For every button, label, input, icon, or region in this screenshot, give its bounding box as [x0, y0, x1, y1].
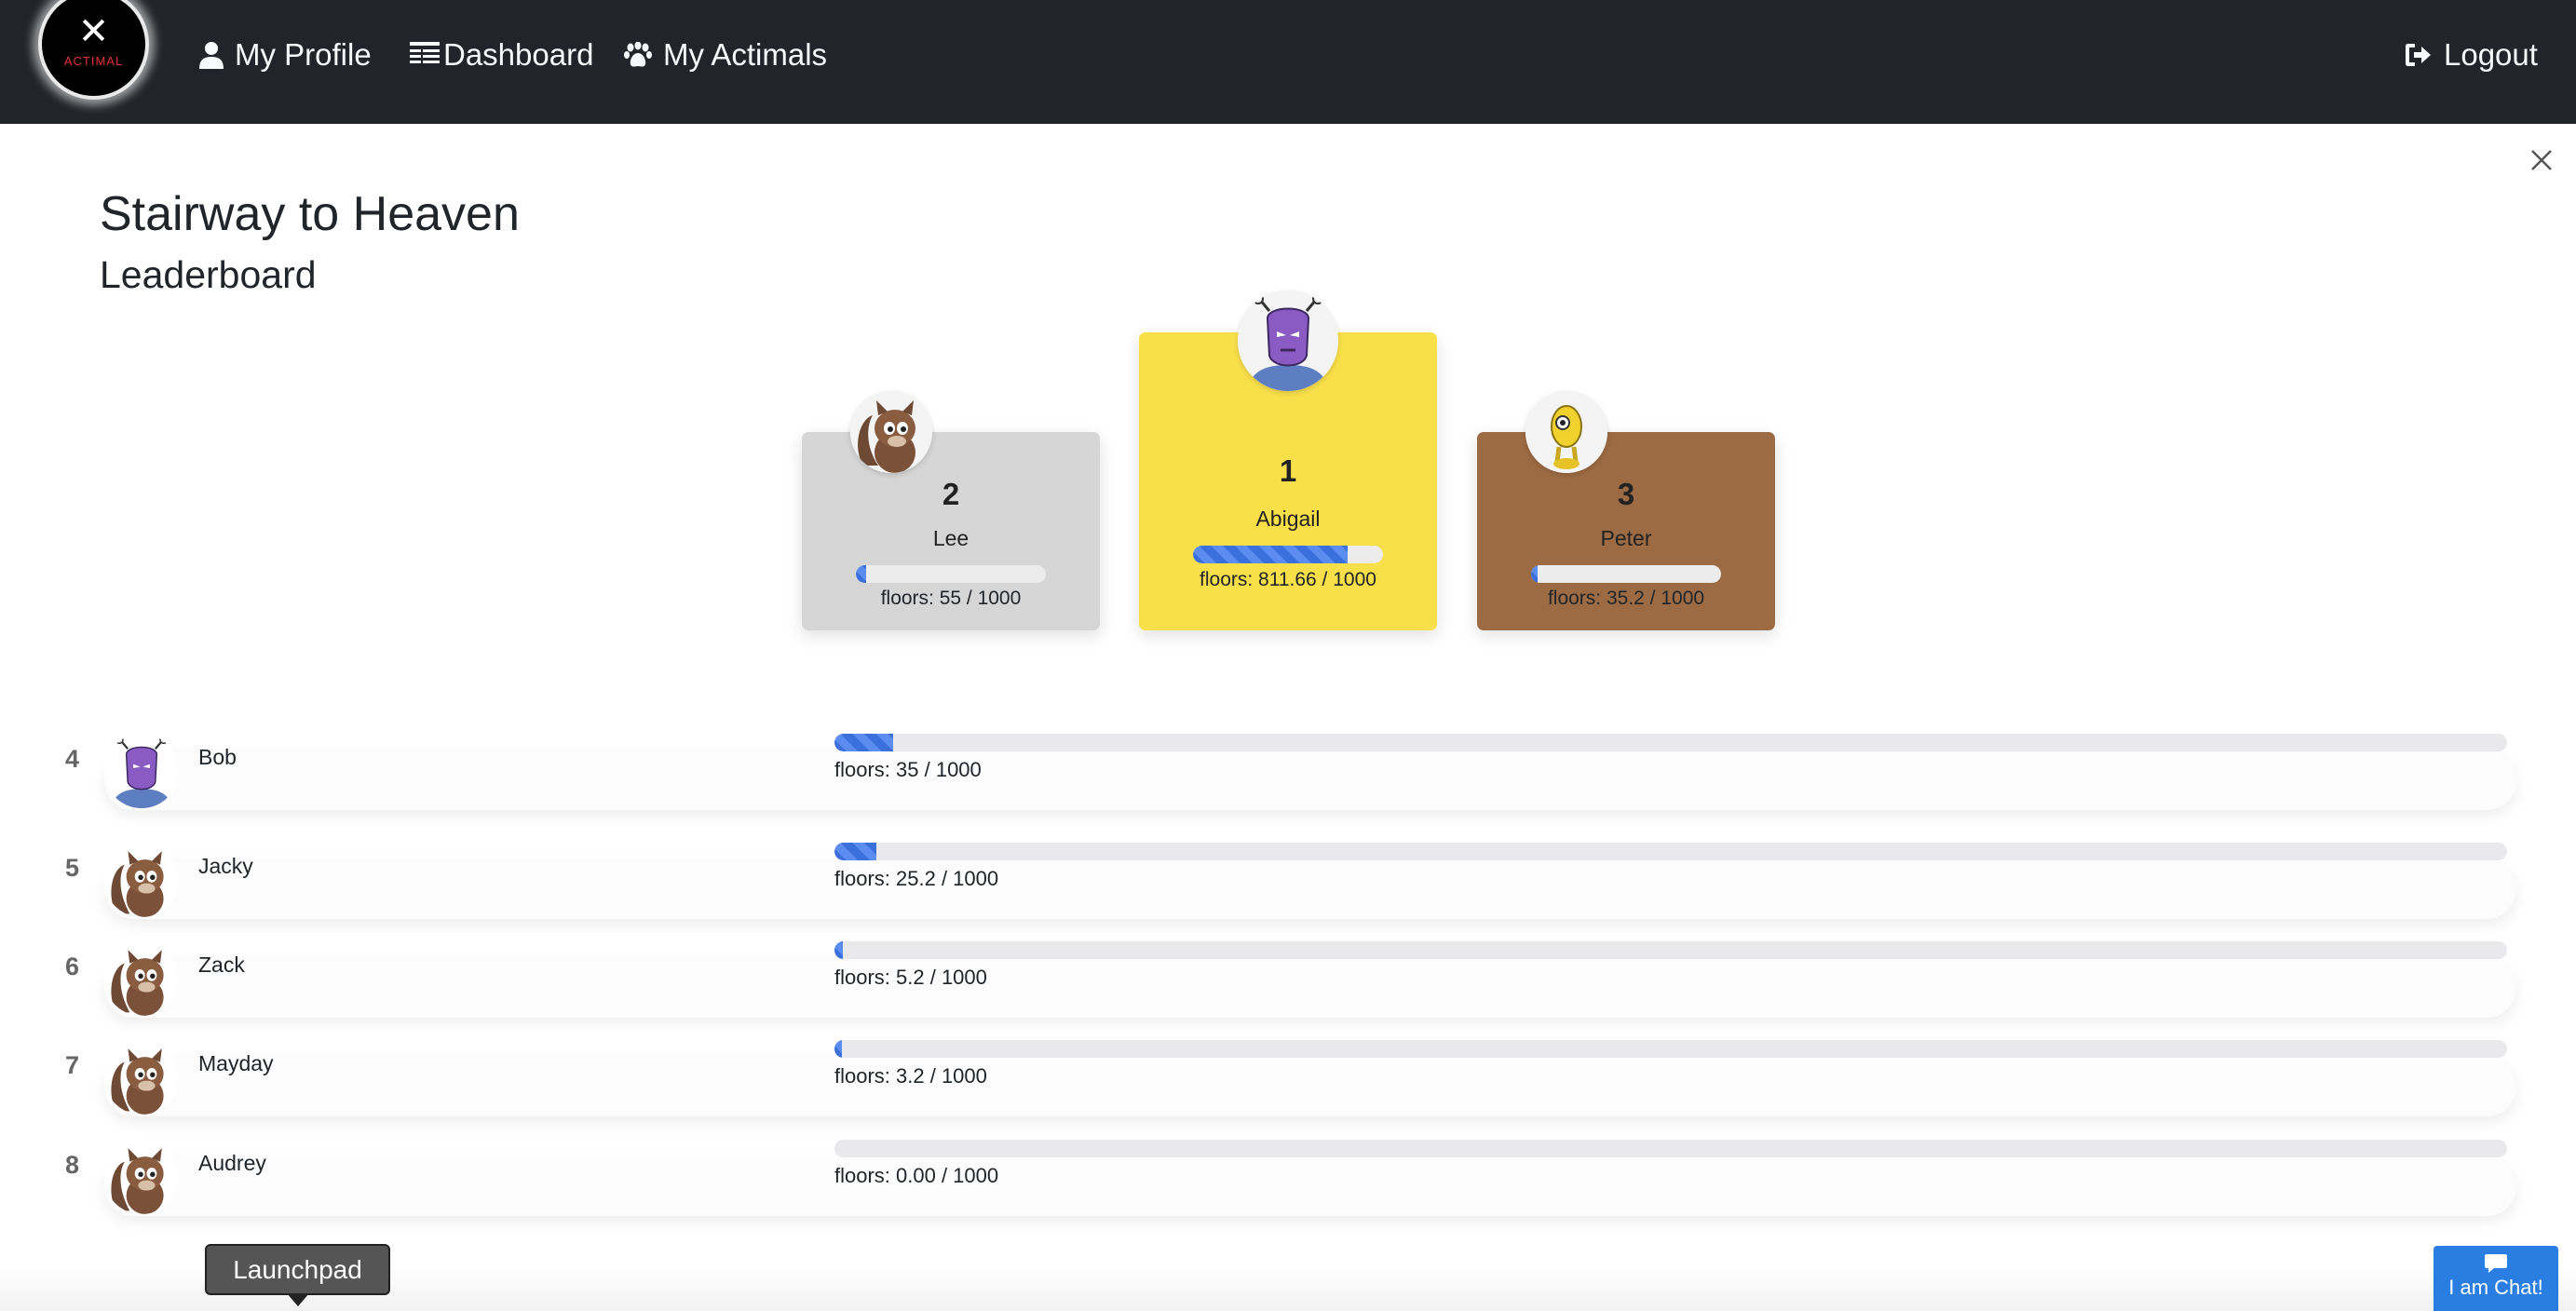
list-rank: 5 — [65, 854, 80, 882]
podium-progress-bar — [1531, 565, 1721, 583]
podium-progress-fill — [1193, 546, 1348, 563]
list-progress-bar — [834, 941, 2507, 959]
squirrel-avatar — [104, 1040, 179, 1115]
dashboard-icon — [410, 42, 440, 63]
list-name: Jacky — [198, 854, 253, 878]
paw-icon — [624, 42, 652, 67]
nav-my-profile[interactable]: My Profile — [199, 34, 372, 76]
list-name: Audrey — [198, 1151, 266, 1175]
list-progress-bar — [834, 1140, 2507, 1157]
list-progress-fill — [834, 843, 877, 860]
podium-name: Abigail — [1255, 507, 1321, 531]
logout-label: Logout — [2444, 37, 2538, 72]
list-progress-bar — [834, 1040, 2507, 1058]
podium-progress-fill — [1531, 565, 1539, 583]
list-progress-fill — [834, 734, 893, 751]
podium-name: Lee — [932, 526, 969, 550]
list-item: 8 Audrey floors: 0.00 / 1000 — [56, 1140, 2516, 1216]
chat-icon — [2485, 1254, 2507, 1273]
list-name: Mayday — [198, 1051, 274, 1075]
list-progress-fill — [834, 1040, 842, 1058]
list-name: Zack — [198, 953, 245, 977]
logout-button[interactable]: Logout — [2405, 34, 2538, 76]
yellow-robot-avatar — [1525, 391, 1607, 473]
list-rank: 6 — [65, 953, 80, 980]
podium-floors: floors: 35.2 / 1000 — [1547, 588, 1705, 609]
nav-dashboard[interactable]: Dashboard — [410, 34, 593, 76]
chat-button-label: I am Chat! — [2448, 1276, 2543, 1299]
podium-card-third: 3 Peter floors: 35.2 / 1000 — [1477, 391, 1775, 630]
logo-text: ACTIMAL — [63, 54, 124, 68]
actimal-logo[interactable]: ✕ ACTIMAL — [38, 0, 149, 100]
list-progress-bar — [834, 734, 2507, 751]
list-progress-bar — [834, 843, 2507, 860]
list-floors: floors: 3.2 / 1000 — [834, 1064, 987, 1088]
launchpad-tooltip[interactable]: Launchpad — [205, 1244, 390, 1295]
list-item: 5 Jacky floors: 25.2 / 1000 — [56, 843, 2516, 919]
list-floors: floors: 0.00 / 1000 — [834, 1164, 999, 1187]
podium-card-second: 2 Lee floors: 55 / 1000 — [802, 391, 1100, 630]
podium-rank: 1 — [1279, 453, 1297, 488]
podium-floors: floors: 55 / 1000 — [880, 588, 1022, 609]
list-rank: 4 — [65, 745, 80, 773]
list-name: Bob — [198, 745, 237, 769]
nav-dashboard-label: Dashboard — [443, 37, 594, 72]
logo-x-mark: ✕ — [77, 11, 110, 52]
list-item: 6 Zack floors: 5.2 / 1000 — [56, 941, 2516, 1018]
podium-progress-bar — [1193, 546, 1383, 563]
nav-my-actimals-label: My Actimals — [663, 37, 828, 72]
user-icon — [199, 42, 224, 69]
list-item: 7 Mayday floors: 3.2 / 1000 — [56, 1040, 2516, 1116]
list-floors: floors: 25.2 / 1000 — [834, 867, 999, 890]
squirrel-avatar — [104, 1140, 179, 1214]
podium-progress-fill — [856, 565, 867, 583]
nav-my-profile-label: My Profile — [235, 37, 372, 72]
page-subtitle: Leaderboard — [100, 253, 317, 296]
podium-floors: floors: 811.66 / 1000 — [1200, 569, 1376, 590]
launchpad-tooltip-arrow — [287, 1293, 309, 1306]
list-floors: floors: 35 / 1000 — [834, 758, 982, 781]
close-icon[interactable] — [2527, 145, 2556, 175]
chat-button[interactable]: I am Chat! — [2434, 1246, 2558, 1311]
navbar: ✕ ACTIMAL My Profile Dashboard My Actima… — [0, 0, 2576, 124]
podium-rank: 2 — [942, 477, 960, 511]
alien-avatar — [1238, 291, 1338, 391]
squirrel-avatar — [850, 391, 932, 473]
squirrel-avatar — [104, 843, 179, 917]
podium-progress-bar — [856, 565, 1046, 583]
list-floors: floors: 5.2 / 1000 — [834, 966, 987, 989]
nav-my-actimals[interactable]: My Actimals — [624, 34, 827, 76]
podium-rank: 3 — [1617, 477, 1635, 511]
alien-avatar — [104, 734, 179, 808]
list-item: 4 Bob floors: 35 / 1000 — [56, 734, 2516, 810]
list-progress-fill — [834, 941, 844, 959]
page-title: Stairway to Heaven — [100, 187, 520, 241]
list-rank: 8 — [65, 1151, 80, 1179]
podium-card-first: 1 Abigail floors: 811.66 / 1000 — [1139, 291, 1437, 630]
list-rank: 7 — [65, 1051, 80, 1079]
squirrel-avatar — [104, 941, 179, 1016]
logout-icon — [2406, 44, 2431, 66]
podium-name: Peter — [1600, 526, 1652, 550]
